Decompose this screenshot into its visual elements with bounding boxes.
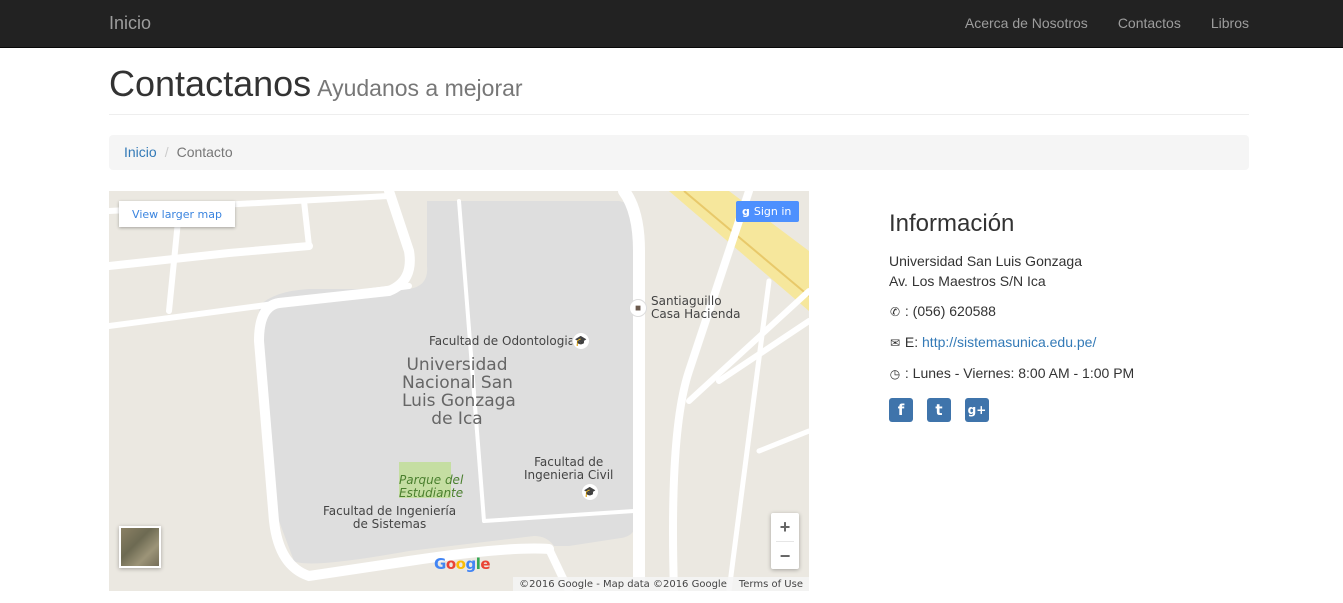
map-label-ingenieria-sistemas: Facultad de Ingeniería de Sistemas bbox=[323, 504, 457, 531]
phone-row: ✆ : (056) 620588 bbox=[889, 301, 1249, 322]
navbar: Inicio Acerca de Nosotros Contactos Libr… bbox=[0, 0, 1343, 48]
signin-label: Sign in bbox=[753, 205, 792, 218]
page-subtitle: Ayudanos a mejorar bbox=[317, 75, 523, 101]
map[interactable]: View larger map g Sign in ■ Santiaguillo… bbox=[109, 191, 809, 591]
navbar-links: Acerca de Nosotros Contactos Libros bbox=[965, 15, 1249, 31]
map-terms-link[interactable]: Terms of Use bbox=[739, 579, 803, 590]
email-prefix: E: bbox=[901, 334, 923, 350]
map-label-ingenieria-civil: Facultad de Ingenieria Civil bbox=[524, 455, 614, 482]
map-copyright: ©2016 Google - Map data ©2016 Google bbox=[519, 578, 727, 590]
google-logo: Google bbox=[434, 555, 491, 573]
view-larger-map-link[interactable]: View larger map bbox=[119, 201, 235, 227]
nav-link-contactos[interactable]: Contactos bbox=[1118, 15, 1181, 31]
info-panel: Información Universidad San Luis Gonzaga… bbox=[889, 210, 1249, 422]
email-link[interactable]: http://sistemasunica.edu.pe/ bbox=[922, 334, 1096, 350]
clock-icon: ◷ bbox=[889, 367, 901, 381]
map-label-santiaguillo: Santiaguillo Casa Hacienda bbox=[651, 294, 741, 321]
zoom-in-button[interactable]: + bbox=[771, 513, 799, 541]
google-signin-button[interactable]: g Sign in bbox=[736, 201, 799, 222]
envelope-icon: ✉ bbox=[889, 336, 901, 350]
breadcrumb-home[interactable]: Inicio bbox=[124, 144, 157, 160]
historic-poi-icon: ■ bbox=[629, 299, 647, 317]
map-label-parque: Parque del Estudiante bbox=[399, 473, 464, 500]
google-g-icon: g bbox=[742, 205, 750, 218]
zoom-control: + − bbox=[771, 513, 799, 569]
navbar-brand[interactable]: Inicio bbox=[109, 13, 151, 34]
school-icon: 🎓 bbox=[581, 483, 599, 501]
page-header: Contactanos Ayudanos a mejorar bbox=[109, 64, 1249, 115]
map-label-odontologia: Facultad de Odontologia bbox=[429, 334, 576, 348]
email-row: ✉ E: http://sistemasunica.edu.pe/ bbox=[889, 332, 1249, 353]
zoom-out-button[interactable]: − bbox=[771, 542, 799, 570]
google-plus-icon[interactable]: g+ bbox=[965, 398, 989, 422]
info-title: Información bbox=[889, 210, 1015, 237]
phone-icon: ✆ bbox=[889, 305, 901, 319]
address-line2: Av. Los Maestros S/N Ica bbox=[889, 273, 1046, 289]
map-label-university: Universidad Nacional San Luis Gonzaga de… bbox=[402, 355, 516, 429]
hours-row: ◷ : Lunes - Viernes: 8:00 AM - 1:00 PM bbox=[889, 363, 1249, 384]
map-footer: ©2016 Google - Map data ©2016 Google Ter… bbox=[513, 577, 809, 591]
nav-link-acerca[interactable]: Acerca de Nosotros bbox=[965, 15, 1088, 31]
twitter-icon[interactable]: t bbox=[927, 398, 951, 422]
page-title-text: Contactanos bbox=[109, 63, 312, 104]
facebook-icon[interactable]: f bbox=[889, 398, 913, 422]
page-title: Contactanos Ayudanos a mejorar bbox=[109, 64, 1249, 108]
address-line1: Universidad San Luis Gonzaga bbox=[889, 253, 1083, 269]
breadcrumb-current: Contacto bbox=[176, 144, 233, 160]
phone-text: : (056) 620588 bbox=[901, 303, 996, 319]
nav-link-libros[interactable]: Libros bbox=[1211, 15, 1249, 31]
breadcrumb: Inicio / Contacto bbox=[109, 135, 1249, 170]
hours-text: : Lunes - Viernes: 8:00 AM - 1:00 PM bbox=[901, 365, 1135, 381]
social-links: f t g+ bbox=[889, 398, 1249, 422]
address-block: Universidad San Luis Gonzaga Av. Los Mae… bbox=[889, 251, 1249, 291]
satellite-toggle[interactable] bbox=[119, 526, 161, 568]
breadcrumb-separator: / bbox=[164, 144, 169, 160]
school-icon: 🎓 bbox=[572, 332, 590, 350]
